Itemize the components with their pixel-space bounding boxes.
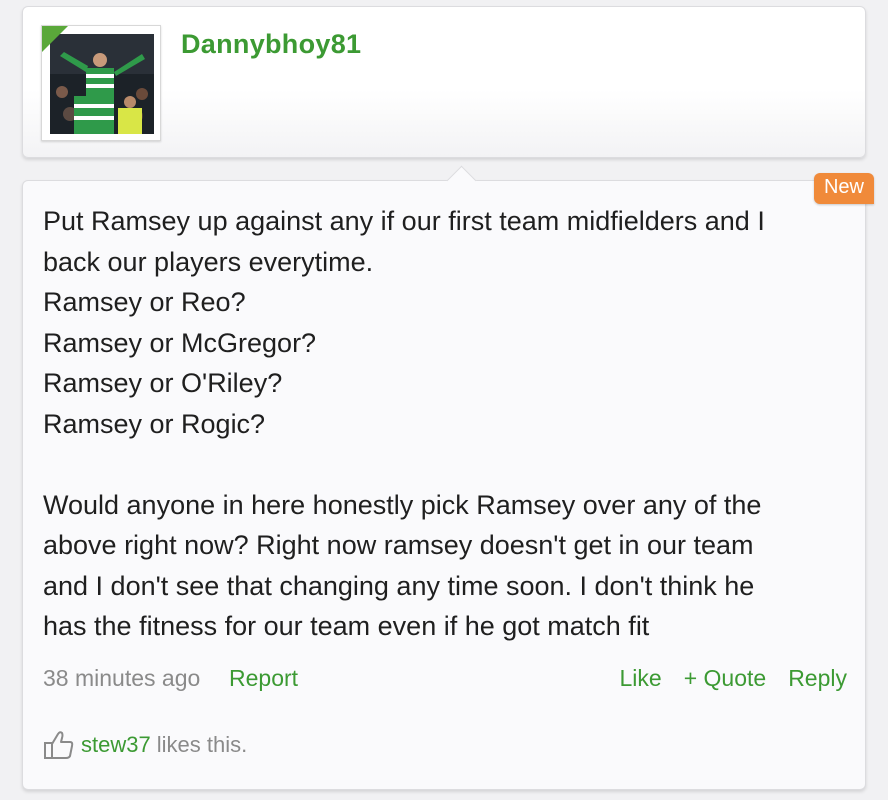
like-button[interactable]: Like <box>620 665 662 692</box>
message-meta: 38 minutes ago Report Like + Quote Reply <box>43 665 847 701</box>
likes-summary: stew37 likes this. <box>43 729 247 761</box>
author-card: Dannybhoy81 <box>22 6 866 158</box>
status-flag <box>42 26 68 52</box>
reply-button[interactable]: Reply <box>788 665 847 692</box>
post-actions: Like + Quote Reply <box>620 665 848 692</box>
liker-username[interactable]: stew37 <box>81 732 151 758</box>
author-username[interactable]: Dannybhoy81 <box>181 29 361 60</box>
likes-suffix: likes this. <box>156 732 248 757</box>
report-link[interactable]: Report <box>229 665 298 692</box>
message-body: Put Ramsey up against any if our first t… <box>43 206 765 641</box>
post-timestamp[interactable]: 38 minutes ago <box>43 665 200 692</box>
message-card: New Put Ramsey up against any if our fir… <box>22 165 874 790</box>
message-pointer <box>446 165 477 196</box>
new-badge: New <box>813 173 874 204</box>
thumbs-up-icon <box>44 731 74 759</box>
quote-button[interactable]: + Quote <box>684 665 766 692</box>
avatar[interactable] <box>41 25 161 141</box>
